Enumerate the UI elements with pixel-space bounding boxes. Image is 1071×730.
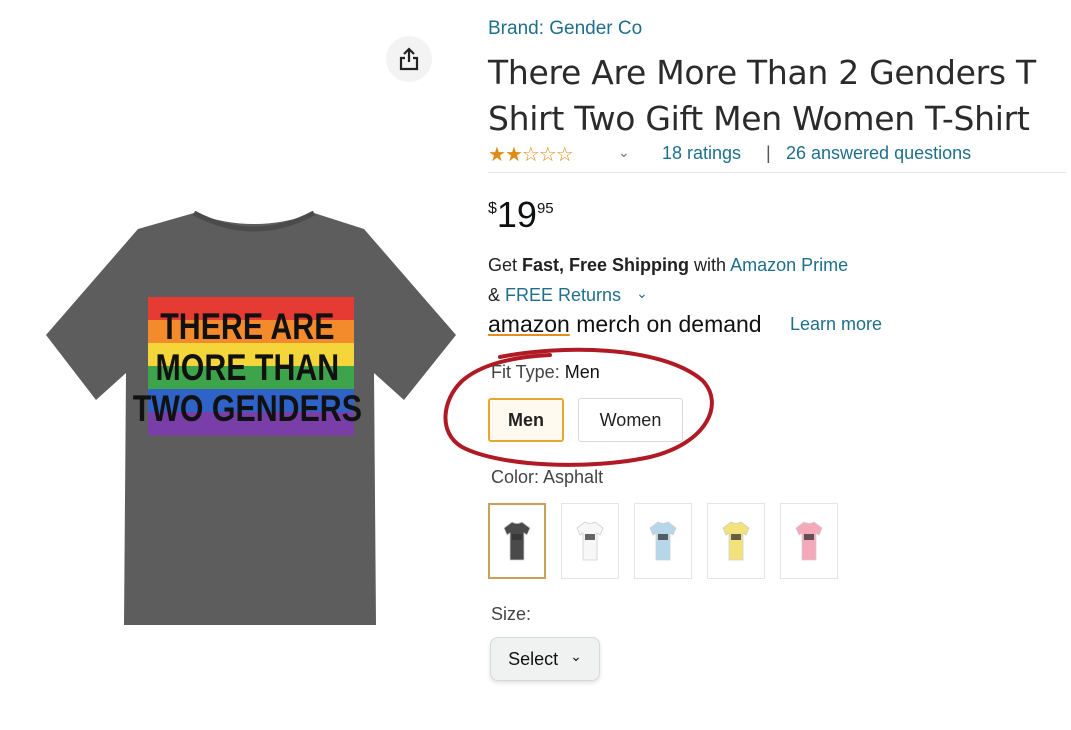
star-icon: ☆ — [555, 144, 574, 166]
brand-link[interactable]: Brand: Gender Co — [488, 18, 642, 40]
size-select[interactable]: Select ⌄ — [490, 637, 600, 681]
shipping-mid: with — [689, 255, 731, 275]
chevron-down-icon[interactable]: ⌄ — [618, 144, 630, 161]
fit-option-men[interactable]: Men — [488, 398, 564, 442]
rating-row: ★★☆☆☆ ⌄ 18 ratings | 26 answered questio… — [488, 142, 1066, 173]
star-icon: ☆ — [521, 144, 540, 166]
star-icon: ★ — [488, 144, 506, 166]
learn-more-link[interactable]: Learn more — [790, 314, 882, 335]
color-prefix: Color: — [491, 467, 544, 487]
tshirt-icon — [722, 521, 750, 561]
price-fraction: 95 — [536, 200, 554, 217]
tshirt-icon — [795, 521, 823, 561]
price-symbol: $ — [488, 200, 497, 217]
color-selected: Asphalt — [543, 467, 604, 487]
print-line-3: TWO GENDERS — [133, 388, 362, 430]
shipping-bold: Fast, Free Shipping — [522, 255, 690, 275]
tshirt-icon — [503, 521, 531, 561]
product-title: There Are More Than 2 Genders T Shirt Tw… — [488, 53, 1036, 138]
tshirt-icon — [649, 521, 677, 561]
product-image[interactable]: THERE ARE MORE THAN TWO GENDERS — [44, 205, 464, 635]
color-swatch[interactable] — [634, 503, 692, 579]
returns-prefix: & — [488, 285, 506, 305]
free-returns-link[interactable]: FREE Returns — [505, 285, 621, 305]
chevron-down-icon[interactable]: ⌄ — [636, 285, 648, 301]
star-icon: ★ — [504, 144, 523, 166]
separator: | — [766, 143, 771, 163]
print-line-2: MORE THAN — [156, 347, 340, 389]
color-label: Color: Asphalt — [491, 467, 603, 488]
shipping-prefix: Get — [488, 255, 523, 275]
print-line-1: THERE ARE — [160, 306, 334, 348]
color-swatch[interactable] — [707, 503, 765, 579]
merch-amazon: amazon — [488, 311, 570, 337]
tshirt-icon — [576, 521, 604, 561]
ratings-count-link[interactable]: 18 ratings — [662, 143, 741, 164]
size-label: Size: — [491, 604, 532, 624]
size-select-label: Select — [508, 648, 559, 669]
star-rating[interactable]: ★★☆☆☆ — [488, 142, 574, 167]
share-icon — [399, 47, 419, 71]
chevron-down-icon: ⌄ — [570, 647, 582, 664]
merch-rest: merch on demand — [569, 311, 762, 337]
share-button[interactable] — [386, 36, 432, 82]
color-swatch[interactable] — [488, 503, 546, 579]
fit-type-label: Fit Type: Men — [491, 362, 600, 383]
merch-on-demand-logo: amazon merch on demand — [488, 311, 762, 338]
returns-line: & FREE Returns ⌄ — [488, 285, 648, 306]
star-icon: ☆ — [538, 144, 557, 166]
fit-type-prefix: Fit Type: — [491, 362, 565, 382]
price: $1995 — [488, 194, 554, 236]
color-swatch[interactable] — [780, 503, 838, 579]
fit-type-selected: Men — [564, 362, 600, 382]
answered-questions-link[interactable]: 26 answered questions — [786, 143, 971, 164]
color-swatch[interactable] — [561, 503, 619, 579]
shipping-line: Get Fast, Free Shipping with Amazon Prim… — [488, 255, 848, 276]
fit-option-women[interactable]: Women — [578, 398, 683, 442]
amazon-prime-link[interactable]: Amazon Prime — [730, 255, 848, 275]
price-whole: 19 — [496, 194, 537, 235]
